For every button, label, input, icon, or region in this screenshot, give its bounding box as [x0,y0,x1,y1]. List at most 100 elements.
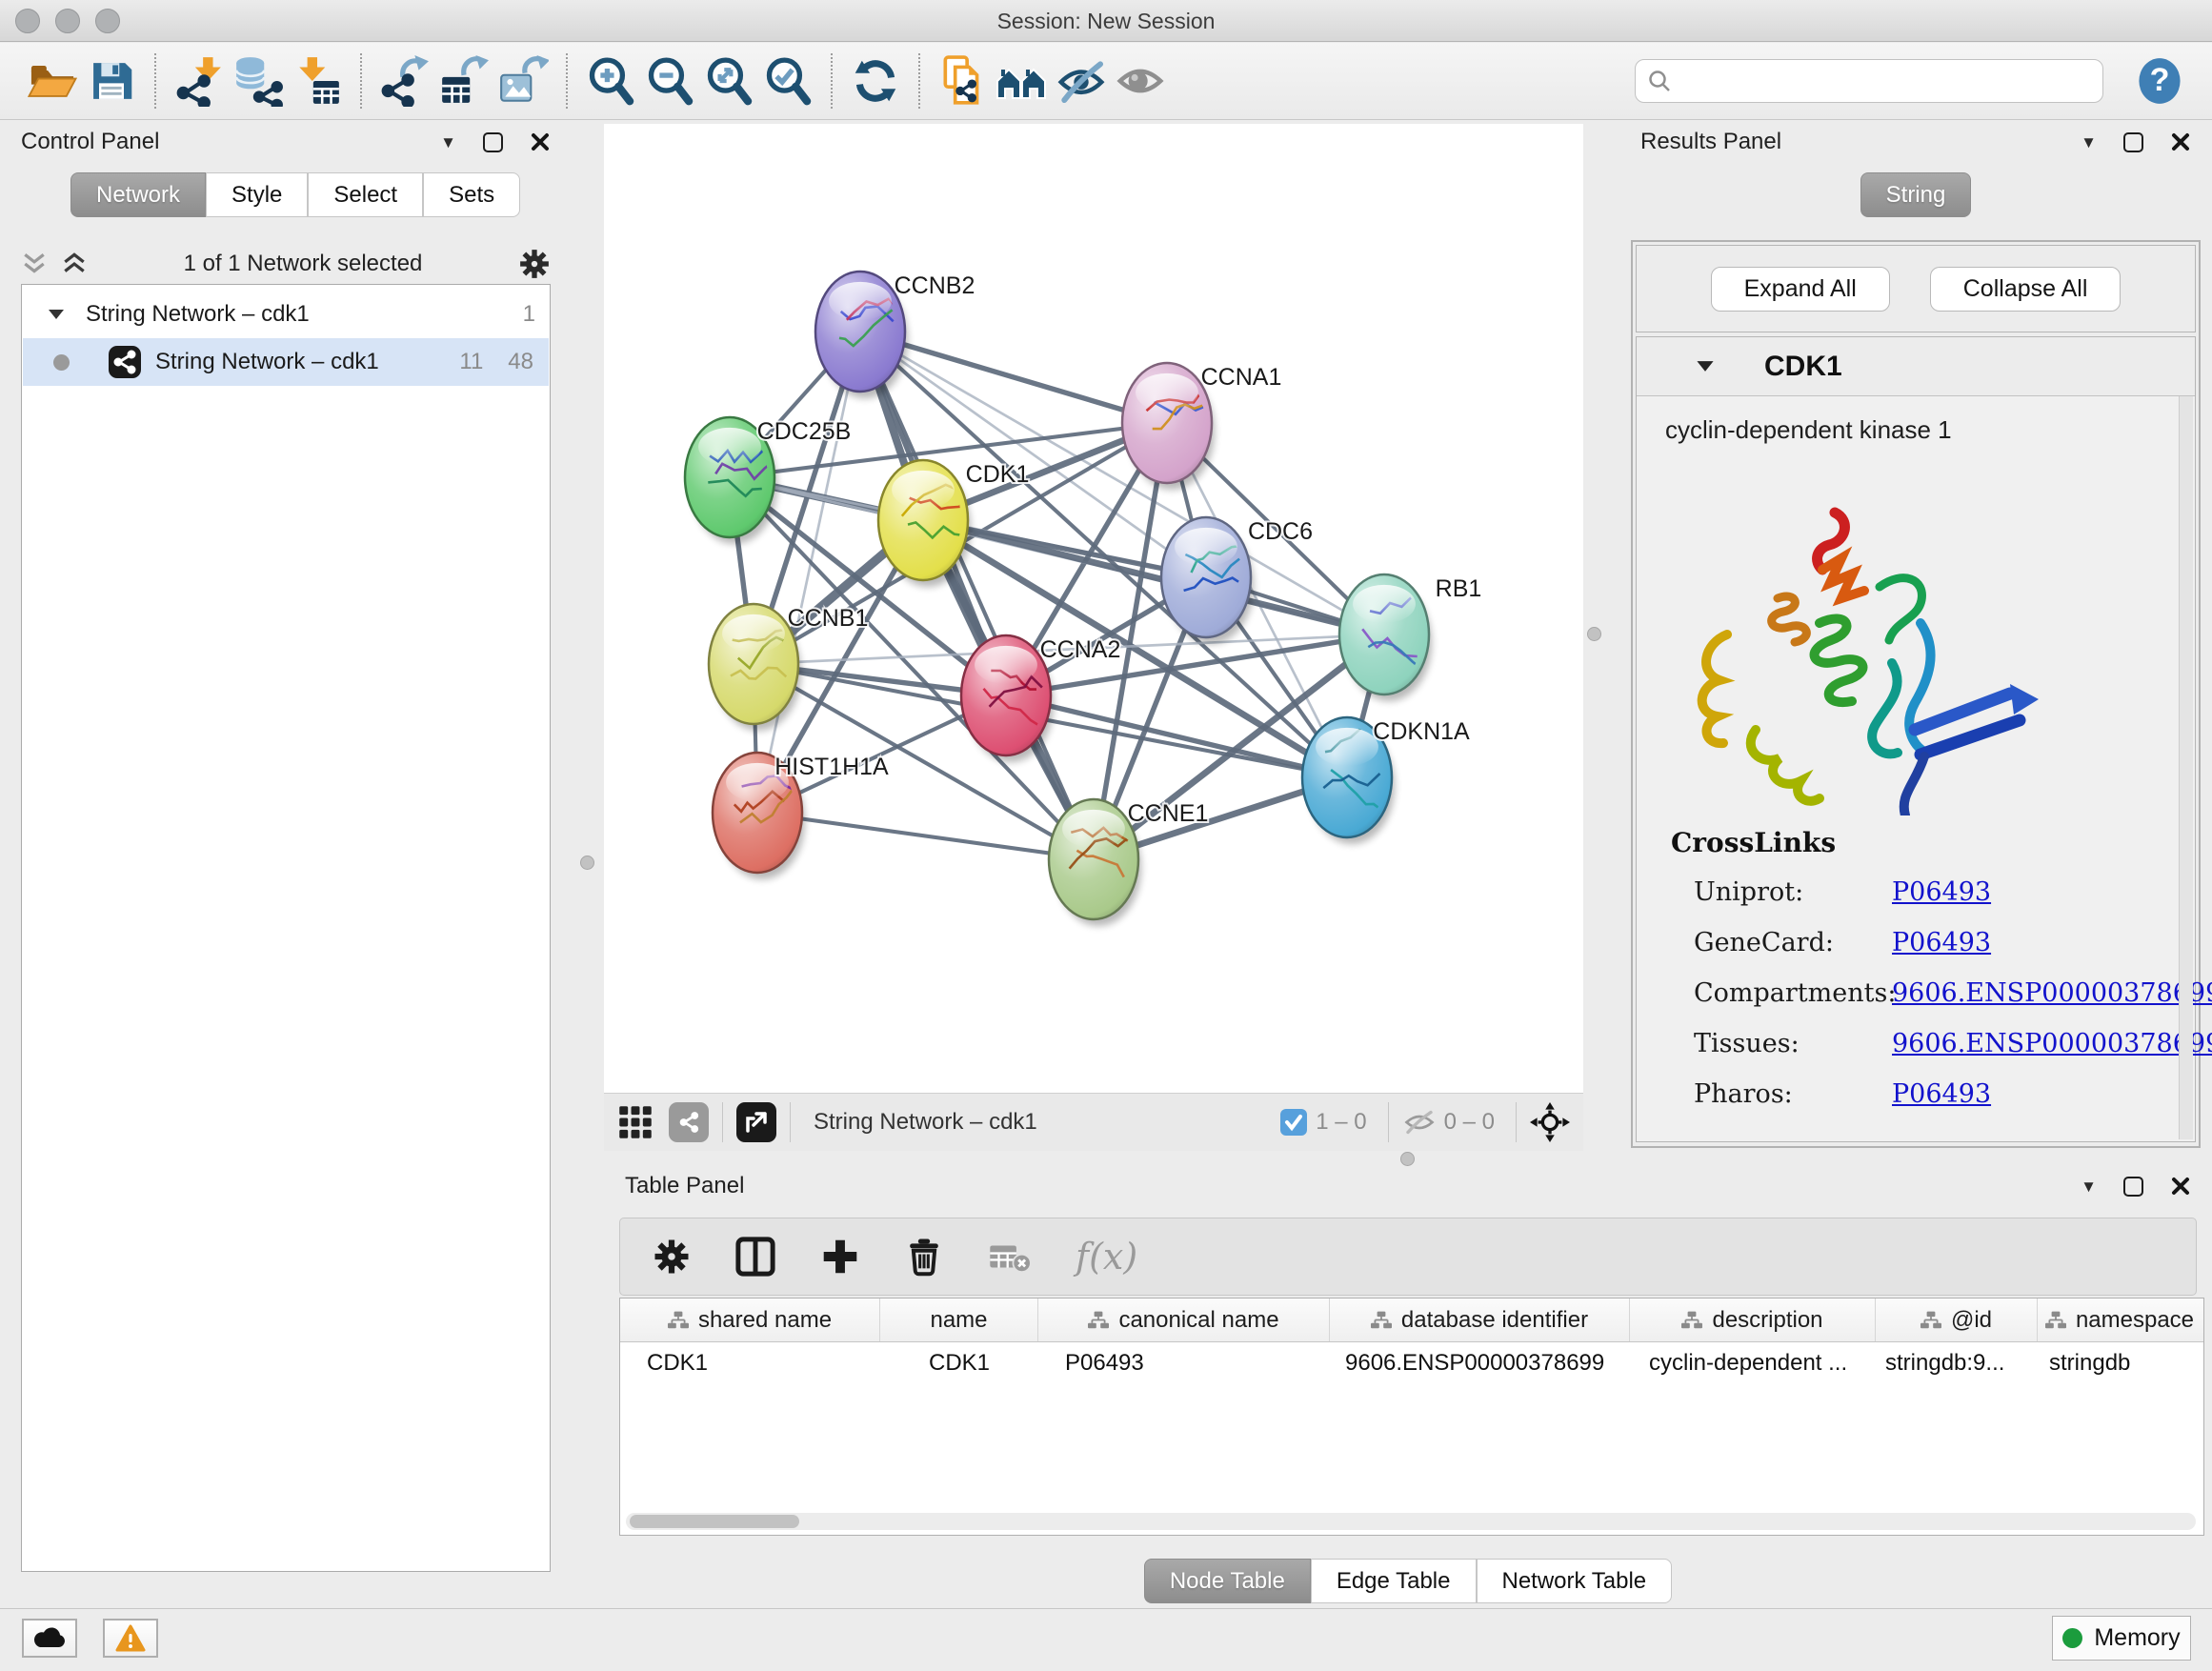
crosslink-link[interactable]: P06493 [1892,877,1991,907]
tab-sets[interactable]: Sets [423,172,520,217]
table-horizontal-scrollbar[interactable] [626,1513,2196,1530]
close-panel-icon[interactable] [2170,1176,2191,1197]
maximize-panel-icon[interactable] [2123,1177,2143,1197]
zoom-selected-button[interactable] [758,51,817,111]
export-image-button[interactable] [493,51,553,111]
tab-string[interactable]: String [1860,172,1972,217]
network-collection-row[interactable]: String Network – cdk1 1 [23,291,549,338]
collapse-all-button[interactable]: Collapse All [1930,267,2122,312]
tab-select[interactable]: Select [308,172,423,217]
results-scrollbar[interactable] [2179,396,2193,1139]
crosslink-link[interactable]: 9606.ENSP00000378699 [1892,1029,2212,1058]
column-header-canonical-name[interactable]: canonical name [1038,1299,1330,1341]
birds-eye-grid-icon[interactable] [617,1104,654,1140]
tree-expand-caret-icon[interactable] [48,308,65,321]
network-node-CCNA2[interactable]: CCNA2 [961,635,1120,762]
network-node-CCNE1[interactable]: CCNE1 [1049,799,1208,926]
export-network-button[interactable] [375,51,434,111]
cell-id[interactable]: stringdb:9... [1876,1350,2038,1377]
column-header-namespace[interactable]: namespace [2038,1299,2202,1341]
float-panel-icon[interactable]: ▼ [440,134,456,151]
float-panel-icon[interactable]: ▼ [2081,134,2097,151]
show-columns-icon[interactable] [734,1236,776,1278]
network-node-HIST1H1A[interactable]: HIST1H1A [713,753,889,879]
import-network-database-button[interactable] [229,51,288,111]
table-row[interactable]: CDK1 CDK1 P06493 9606.ENSP00000378699 cy… [620,1342,2203,1384]
column-header-database-identifier[interactable]: database identifier [1330,1299,1630,1341]
export-table-button[interactable] [434,51,493,111]
column-header-id[interactable]: @id [1876,1299,2038,1341]
tab-style[interactable]: Style [206,172,308,217]
cell-namespace[interactable]: stringdb [2038,1350,2202,1377]
gear-icon[interactable] [518,248,551,280]
network-overview-toggle[interactable] [669,1102,709,1142]
tab-edge-table[interactable]: Edge Table [1311,1559,1477,1603]
splitter-handle[interactable] [1587,627,1601,641]
zoom-out-button[interactable] [640,51,699,111]
close-panel-icon[interactable] [530,131,551,152]
delete-column-trash-icon[interactable] [904,1237,944,1277]
results-panel-header: Results Panel ▼ [1619,120,2212,164]
close-panel-icon[interactable] [2170,131,2191,152]
network-node-CCNB2[interactable]: CCNB2 [815,272,975,398]
string-home-button[interactable] [993,51,1052,111]
zoom-fit-button[interactable] [699,51,758,111]
node-count: 11 [459,349,483,375]
table-toolbar: f(x) [619,1218,2197,1296]
expand-all-button[interactable]: Expand All [1711,267,1890,312]
zoom-in-button[interactable] [581,51,640,111]
selected-checkbox-icon[interactable] [1279,1108,1308,1137]
network-node-CCNB1[interactable]: CCNB1 [709,604,868,731]
splitter-handle[interactable] [580,856,594,870]
search-input[interactable] [1681,69,2091,93]
column-header-name[interactable]: name [880,1299,1038,1341]
network-node-CDKN1A[interactable]: CDKN1A [1302,717,1470,844]
warnings-button[interactable] [103,1619,158,1658]
network-column-icon [1681,1311,1702,1330]
move-crosshair-icon[interactable] [1530,1102,1570,1142]
open-session-button[interactable] [23,51,82,111]
column-header-shared-name[interactable]: shared name [620,1299,880,1341]
show-glass-button[interactable] [1111,51,1170,111]
help-button[interactable]: ? [2130,51,2189,111]
crosslink-link[interactable]: P06493 [1892,1079,1991,1109]
maximize-panel-icon[interactable] [483,132,503,152]
float-panel-icon[interactable]: ▼ [2081,1178,2097,1195]
hide-glass-button[interactable] [1052,51,1111,111]
import-table-file-button[interactable] [288,51,347,111]
refresh-view-button[interactable] [846,51,905,111]
window-title: Session: New Session [0,9,2212,34]
network-row-selected[interactable]: String Network – cdk1 11 48 [23,338,549,386]
hidden-eye-slash-icon[interactable] [1402,1108,1437,1137]
collapse-all-chevron-icon[interactable] [21,252,48,276]
cell-name[interactable]: CDK1 [880,1350,1038,1377]
cell-database-identifier[interactable]: 9606.ENSP00000378699 [1330,1350,1630,1377]
collapse-caret-icon[interactable] [1696,359,1715,373]
network-node-CDC25B[interactable]: CDC25B [685,417,851,544]
network-from-clipboard-button[interactable] [934,51,993,111]
maximize-panel-icon[interactable] [2123,132,2143,152]
cell-canonical-name[interactable]: P06493 [1038,1350,1330,1377]
tab-network[interactable]: Network [70,172,206,217]
crosslink-link[interactable]: 9606.ENSP00000378699 [1892,978,2212,1008]
expand-all-chevron-icon[interactable] [61,252,88,276]
cell-description[interactable]: cyclin-dependent ... [1630,1350,1876,1377]
add-column-plus-icon[interactable] [820,1237,860,1277]
network-node-RB1[interactable]: RB1 [1339,574,1481,701]
column-header-description[interactable]: description [1630,1299,1876,1341]
network-node-CCNA1[interactable]: CCNA1 [1122,363,1281,490]
scrollbar-thumb[interactable] [630,1515,799,1528]
cloud-status-button[interactable] [22,1619,77,1658]
import-network-file-button[interactable] [170,51,229,111]
search-box[interactable] [1635,59,2103,103]
tab-node-table[interactable]: Node Table [1144,1559,1311,1603]
cell-shared-name[interactable]: CDK1 [620,1350,880,1377]
save-session-button[interactable] [82,51,141,111]
protein-detail-header[interactable]: CDK1 [1637,337,2195,396]
detach-view-button[interactable] [736,1102,776,1142]
memory-button[interactable]: Memory [2052,1616,2191,1661]
tab-network-table[interactable]: Network Table [1477,1559,1673,1603]
crosslink-link[interactable]: P06493 [1892,928,1991,957]
table-options-gear-icon[interactable] [653,1238,691,1276]
network-canvas[interactable]: CCNB2CCNA1CDC25BCDK1CDC6RB1CCNB1CCNA2CDK… [604,124,1583,1093]
